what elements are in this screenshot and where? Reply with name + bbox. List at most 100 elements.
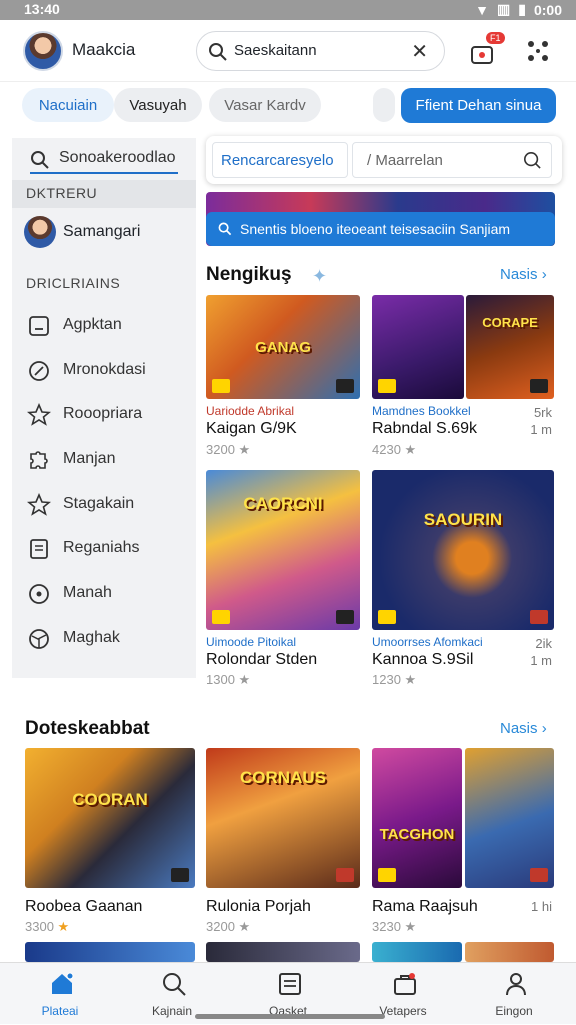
game-card[interactable] [372,942,462,962]
card-tag [530,868,548,882]
card-meta: 1 hi [531,899,552,914]
nav-item-profile[interactable]: Eingon [459,963,569,1025]
sidebar-item-0[interactable]: Agpktan [24,309,196,343]
card-rating: 1300 ★ [206,672,250,688]
search-icon [218,222,232,236]
game-card[interactable]: CORNAUS [206,748,360,888]
top-bar: Maakcia Saeskaitann ✕ F1 [0,20,576,82]
search-icon [209,43,227,61]
game-card[interactable] [25,942,195,962]
star-icon [27,403,51,426]
game-card[interactable] [465,942,554,962]
sidebar-item-5[interactable]: Reganiahs [24,532,196,566]
star-icon: ★ [238,672,251,687]
section-more-link[interactable]: Nasis › [500,720,547,737]
dropdown-option-right[interactable]: / Maarrelan [352,142,552,178]
card-logo-text: CORNAUS [240,768,326,787]
chip-0[interactable]: Nacuiain [22,88,114,122]
star-icon: ★ [238,442,251,457]
sidebar-item-3[interactable]: Manjan [24,443,196,477]
chevron-right-icon: › [541,266,547,283]
banner-search-bar[interactable]: Snentis bloeno iteoeant teisesaciin Sanj… [206,212,555,246]
game-card[interactable] [465,748,554,888]
chip-3[interactable] [373,88,395,122]
apps-grid-icon[interactable] [526,39,550,63]
search-input[interactable]: Saeskaitann [234,42,317,59]
card-rating-value: 3200 [206,442,235,457]
promo-banner[interactable]: Snentis bloeno iteoeant teisesaciin Sanj… [206,192,555,246]
status-time: 13:40 [24,1,60,17]
card-title: Rama Raajsuh [372,898,478,915]
sidebar-search-input[interactable]: Sonoakeroodlao [59,149,176,167]
battery-icon: ▮ [518,1,526,17]
sidebar-item-7[interactable]: Maghak [24,622,196,656]
more-link-label: Nasis [500,266,538,283]
card-tag [378,868,396,882]
sidebar-item-2[interactable]: Rooopriara [24,398,196,432]
clear-icon[interactable]: ✕ [411,39,428,64]
sidebar-item-label: Maghak [63,629,120,646]
card-rating-value: 3200 [206,919,235,934]
card-logo-text: COORAN [72,790,148,809]
card-logo-text: CAORCNI [243,494,323,513]
compass-icon [29,361,49,381]
game-card[interactable]: TACGHON [372,748,462,888]
game-card[interactable]: CORAPE [466,295,554,399]
card-title: Rulonia Porjah [206,898,311,915]
search-icon [163,973,186,996]
card-tag [336,868,354,882]
section-more-link[interactable]: Nasis › [500,266,547,283]
card-title: Kannoa S.9Sil [372,651,474,668]
document-icon [279,973,301,995]
nav-item-home[interactable]: Plateai [5,963,115,1025]
game-card[interactable] [206,942,360,962]
game-card[interactable]: CAORCNI [206,470,360,630]
card-title: Kaigan G/9K [206,420,297,437]
chevron-right-icon: › [541,720,547,737]
dropdown-option-right-label: Maarrelan [375,152,443,169]
sidebar-item-6[interactable]: Manah [24,577,196,611]
sidebar-section-2: DRICLRIAINS [26,275,121,291]
card-image [465,942,554,962]
notification-button[interactable]: F1 [470,32,505,66]
game-card[interactable]: COORAN [25,748,195,888]
chip-2[interactable]: Vasar Kardv [209,88,321,122]
card-meta: 2ik 1 m [530,636,552,668]
sidebar-item-label: Mronokdasi [63,361,146,378]
briefcase-icon [394,973,416,995]
star-icon: ★ [238,919,251,934]
home-indicator[interactable] [195,1014,385,1019]
sidebar-search[interactable]: Sonoakeroodlao [30,146,178,174]
nav-label: Plateai [41,1004,79,1018]
wifi-icon: ▼ [475,1,490,18]
game-card[interactable] [372,295,464,399]
ball-icon [29,629,49,649]
game-card[interactable]: GANAG [206,295,360,399]
profile-avatar[interactable] [23,31,63,71]
game-card[interactable]: SAOURIN [372,470,554,630]
card-image [465,748,554,888]
card-tag [336,610,354,624]
card-tag [212,610,230,624]
primary-action-button[interactable]: Ffient Dehan sinua [401,88,556,123]
sidebar-item-4[interactable]: Stagakain [24,488,196,522]
user-avatar [24,216,56,248]
sidebar-user[interactable]: Samangari [24,214,196,252]
card-logo-text: TACGHON [379,826,455,843]
sidebar-user-name: Samangari [63,223,141,240]
card-meta: 5rk 1 m [530,405,552,437]
sidebar-item-1[interactable]: Mronokdasi [24,354,196,388]
section-title-featured: Nengikuş [206,264,292,285]
dropdown-option-left[interactable]: Rencarcaresyelo [212,142,348,178]
star-icon: ★ [404,672,417,687]
card-rating-value: 1230 [372,672,401,687]
search-bar[interactable]: Saeskaitann ✕ [196,31,445,71]
card-image [372,942,462,962]
home-icon [52,972,74,994]
card-image [25,942,195,962]
chip-1[interactable]: Vasuyah [114,88,202,122]
card-subtitle: Uariodde Abrikal [206,404,295,418]
square-icon [29,316,49,336]
sidebar: Sonoakeroodlao DKTRERU Samangari DRICLRI… [12,138,196,678]
sidebar-section-1: DKTRERU [26,185,98,201]
